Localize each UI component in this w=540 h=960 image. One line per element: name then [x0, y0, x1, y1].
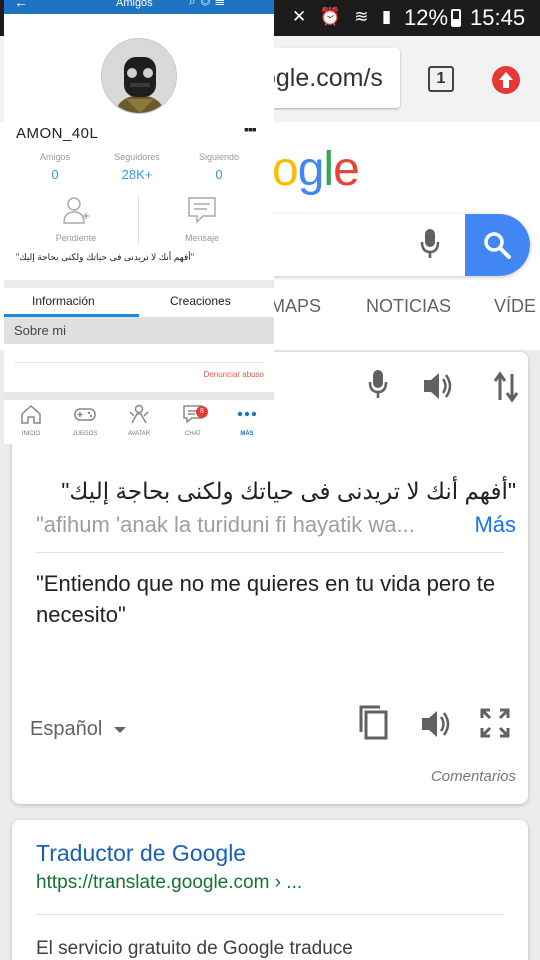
clock: 15:45 [470, 5, 526, 30]
app-profile-overlay: ← Amigos ⌕◎☰ AMON_40L ▪▪▪ Amigos 0 Segui… [4, 0, 274, 444]
app-header: ← Amigos ⌕◎☰ [4, 0, 274, 14]
more-icon [237, 411, 257, 417]
mic-icon[interactable] [420, 228, 440, 260]
tab-switcher-button[interactable]: 1 [428, 66, 454, 92]
result-snippet: El servicio gratuito de Google traduce [36, 938, 353, 959]
status-icons: ✕ ⏰ ≋ ▮ [292, 7, 396, 27]
speaker-icon [422, 711, 450, 737]
search-result-card: Traductor de Google https://translate.go… [12, 820, 528, 960]
message-icon [188, 197, 216, 224]
stat-value: 28K+ [121, 167, 153, 182]
divider [36, 552, 504, 553]
header-icons[interactable]: ⌕◎☰ [189, 0, 229, 9]
battery-icon [451, 9, 461, 27]
home-icon [21, 404, 41, 424]
source-text: "أفهم أنك لا تريدنى فى حياتك ولكنى بحاجة… [61, 478, 516, 504]
caret-down-icon [114, 726, 127, 733]
language-label: Español [30, 718, 103, 740]
message-button[interactable]: Mensaje [162, 196, 242, 243]
nav-more[interactable]: MÁS [224, 404, 270, 437]
tab-videos[interactable]: VÍDE [494, 296, 536, 317]
tab-information[interactable]: Información [32, 294, 95, 308]
stat-following[interactable]: Siguiendo 0 [184, 152, 254, 182]
nav-label: AVATAR [127, 431, 151, 437]
translated-text: "Entiendo que no me quieres en tu vida p… [36, 571, 496, 627]
card-bottom-icons [359, 705, 510, 740]
copy-icon [359, 705, 388, 740]
divider [138, 196, 139, 244]
action-label: Pendiente [55, 233, 97, 243]
speaker-icon [424, 373, 452, 399]
stat-friends[interactable]: Amigos 0 [20, 152, 90, 182]
stat-label: Seguidores [114, 152, 160, 162]
url-text: ogle.com/s [262, 64, 383, 92]
stat-value: 0 [215, 167, 223, 182]
screen: ✕ ⏰ ≋ ▮ 12% 15:45 ogle.com/s 1 ogle MAPS… [0, 0, 540, 960]
app-header-title: Amigos [116, 0, 153, 9]
transliteration-text: "afihum 'anak la turiduni fi hayatik wa.… [36, 512, 415, 537]
stat-label: Siguiendo [198, 152, 240, 162]
nav-label: JUEGOS [72, 431, 98, 437]
pending-button[interactable]: Pendiente [36, 196, 116, 243]
gamepad-icon [74, 408, 96, 421]
nav-label: INICIO [21, 431, 41, 437]
profile-status-text: "أفهم أنك لا تريدنى فى حياتك ولكنى بحاجة… [16, 252, 194, 262]
nav-chat[interactable]: 8 CHAT [170, 404, 216, 437]
card-top-icons [368, 370, 519, 403]
search-icon [484, 232, 511, 259]
avatar[interactable] [101, 38, 177, 114]
divider [36, 914, 504, 915]
swap-icon [493, 371, 519, 403]
add-friend-icon [63, 197, 89, 224]
chat-badge: 8 [196, 406, 208, 418]
nav-label: MÁS [240, 431, 254, 437]
stat-followers[interactable]: Seguidores 28K+ [102, 152, 172, 182]
result-title-link[interactable]: Traductor de Google [36, 840, 246, 867]
update-icon[interactable] [492, 66, 520, 94]
back-arrow-icon[interactable]: ← [14, 0, 28, 10]
tab-maps[interactable]: MAPS [270, 296, 321, 317]
divider [14, 362, 264, 363]
about-label: Sobre mi [14, 323, 67, 338]
result-url[interactable]: https://translate.google.com › ... [36, 872, 302, 894]
google-logo: ogle [272, 143, 360, 196]
language-select[interactable]: Español [30, 718, 127, 741]
more-options-icon[interactable]: ▪▪▪ [244, 121, 257, 137]
tab-creations[interactable]: Creaciones [170, 294, 231, 308]
fullscreen-icon [480, 708, 510, 738]
username: AMON_40L [16, 125, 99, 142]
action-label: Mensaje [184, 233, 220, 243]
feedback-link[interactable]: Comentarios [431, 768, 516, 785]
mic-icon [368, 370, 388, 398]
nav-home[interactable]: INICIO [8, 404, 54, 437]
stat-value: 0 [51, 167, 59, 182]
battery-percent: 12% [404, 5, 449, 30]
nav-avatar[interactable]: AVATAR [116, 404, 162, 437]
transliteration: "afihum 'anak la turiduni fi hayatik wa.… [36, 512, 516, 538]
nav-games[interactable]: JUEGOS [62, 404, 108, 437]
about-section: Sobre mi [4, 317, 274, 344]
tab-news[interactable]: NOTICIAS [366, 296, 451, 317]
divider [4, 392, 274, 400]
stat-label: Amigos [39, 152, 70, 162]
divider [4, 280, 274, 288]
more-link[interactable]: Más [464, 512, 516, 538]
search-box[interactable] [270, 214, 530, 276]
search-button[interactable] [465, 214, 530, 276]
nav-label: CHAT [185, 431, 201, 437]
avatar-icon [129, 404, 149, 424]
report-abuse-link[interactable]: Denunciar abuso [204, 370, 264, 379]
